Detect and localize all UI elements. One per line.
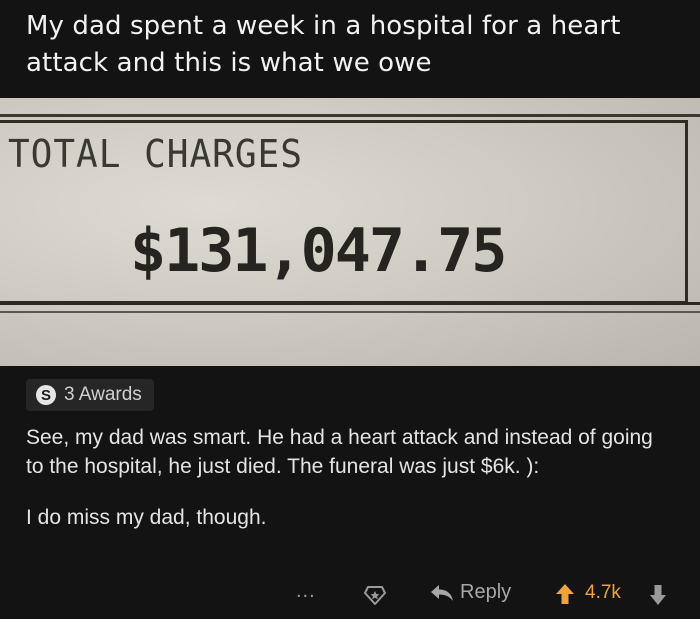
reply-label: Reply — [460, 581, 512, 603]
comment-actions: ... Reply 4.7k — [0, 578, 700, 612]
comment-paragraph: See, my dad was smart. He had a heart at… — [26, 426, 653, 478]
silver-award-icon: S — [36, 385, 56, 405]
total-charges-label: TOTAL CHARGES — [8, 132, 303, 176]
give-award-icon[interactable] — [364, 584, 386, 606]
bill-rule-mid — [0, 302, 700, 305]
bill-rule-bottom — [0, 311, 700, 313]
awards-label: 3 Awards — [64, 384, 142, 405]
reply-button[interactable]: Reply — [430, 581, 511, 604]
vote-score: 4.7k — [585, 582, 621, 603]
reply-arrow-icon — [431, 584, 453, 601]
comment-body: See, my dad was smart. He had a heart at… — [26, 423, 666, 532]
more-options-button[interactable]: ... — [296, 580, 316, 603]
upvote-arrow-icon[interactable] — [555, 583, 575, 605]
total-charges-amount: $131,047.75 — [130, 216, 507, 286]
comment-paragraph: I do miss my dad, though. — [26, 506, 267, 529]
awards-badge[interactable]: S 3 Awards — [26, 379, 154, 411]
downvote-arrow-icon[interactable] — [649, 584, 667, 606]
post-title: My dad spent a week in a hospital for a … — [26, 11, 621, 78]
bill-rule-top — [0, 114, 700, 117]
bill-photo: TOTAL CHARGES $131,047.75 — [0, 98, 700, 366]
